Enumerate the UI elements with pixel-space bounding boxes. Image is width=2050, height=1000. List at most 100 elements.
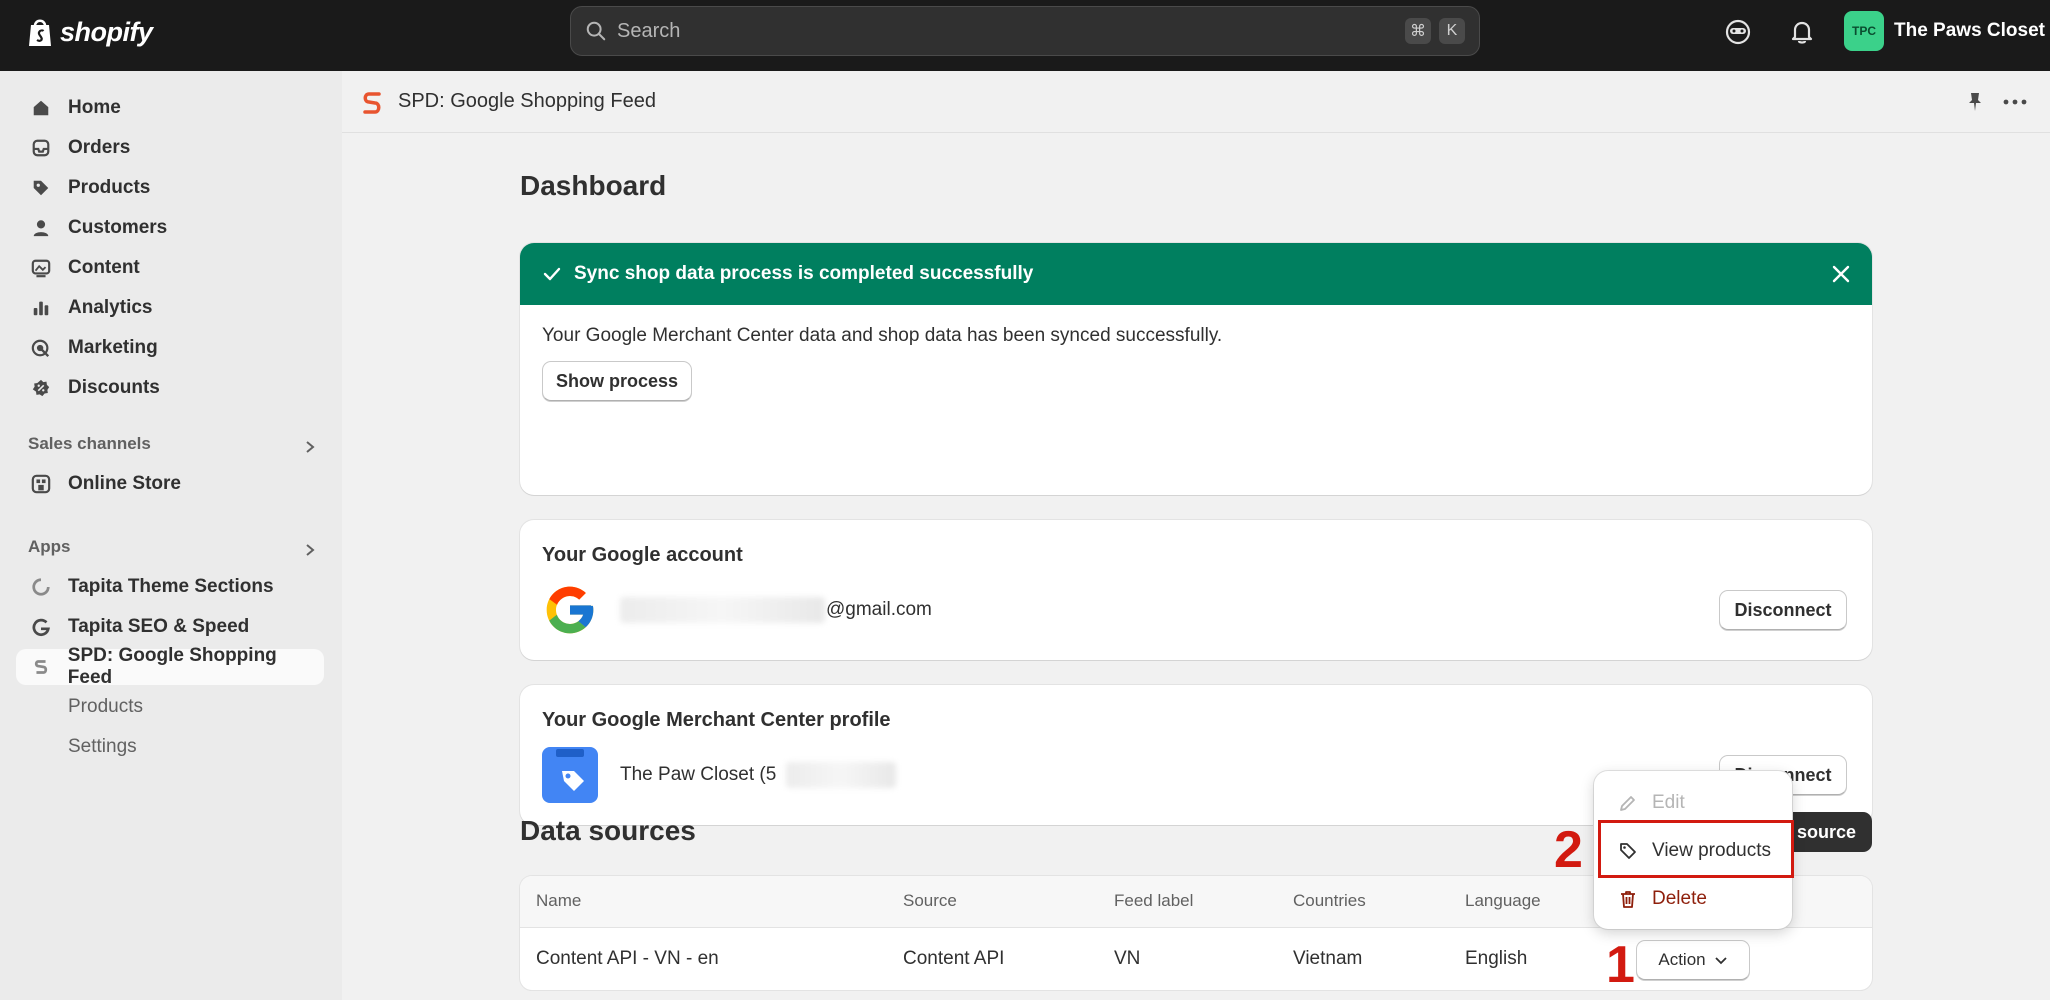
annotation-step-1: 1 [1606,936,1635,994]
column-header-language: Language [1465,891,1541,910]
checkmark-icon [543,267,561,281]
discount-icon [30,377,52,399]
shopify-bag-icon [29,19,51,46]
store-avatar: TPC [1844,11,1884,51]
google-logo-icon [546,586,594,634]
shopify-logo[interactable]: shopify [26,14,153,50]
redacted-email [620,597,825,623]
sidebar-item-label: Marketing [68,337,158,358]
bar-chart-icon [30,297,52,319]
spd-logo-icon [30,656,52,678]
menu-item-edit-label: Edit [1652,792,1685,813]
google-email-suffix: @gmail.com [826,599,932,620]
sidebar-item-label: Products [68,177,151,198]
sidebar-subitem-products[interactable]: Products [68,696,143,718]
sidebar-item-label: SPD: Google Shopping Feed [67,645,277,688]
bell-icon[interactable] [1788,18,1816,46]
sales-channels-heading[interactable]: Sales channels [28,434,151,454]
sidebar-item-content[interactable]: Content [16,250,324,286]
spd-app-logo [363,92,381,114]
menu-item-delete[interactable]: Delete [1604,877,1782,921]
sidebar-item-label: Orders [68,137,131,158]
store-icon [30,473,52,495]
person-icon [30,217,52,239]
trash-icon [1618,889,1638,909]
page-title: Dashboard [520,170,667,201]
row-source: Content API [903,948,1005,969]
sidebar-item-marketing[interactable]: Marketing [16,330,324,366]
chevron-down-icon [1714,953,1728,967]
chevron-right-icon[interactable] [302,542,318,558]
app-header: SPD: Google Shopping Feed [342,71,2050,133]
store-switcher[interactable]: TPC The Paws Closet [1844,11,2045,51]
sidebar-subitem-settings[interactable]: Settings [68,736,137,758]
chevron-right-icon[interactable] [302,439,318,455]
sidebar-item-label: Online Store [68,473,181,494]
sidebar-item-orders[interactable]: Orders [16,130,324,166]
sidebar-item-customers[interactable]: Customers [16,210,324,246]
sidebar-item-products[interactable]: Products [16,170,324,206]
top-bar: shopify ⌘ K TPC The Paws Closet [0,0,2050,71]
sidebar-item-label: Tapita Theme Sections [68,576,274,597]
menu-item-delete-label: Delete [1652,888,1707,909]
target-icon [30,337,52,359]
annotation-highlight-box [1598,820,1794,878]
close-icon[interactable] [1830,263,1852,285]
google-account-card: Your Google account @gmail.com Disconnec… [520,520,1872,660]
brand-name: shopify [60,16,153,47]
sidebar-item-spd-google-shopping-feed[interactable]: SPD: Google Shopping Feed [16,645,324,688]
apps-heading[interactable]: Apps [28,537,71,557]
more-options-icon[interactable] [2002,93,2028,111]
menu-item-edit[interactable]: Edit [1604,781,1782,825]
shortcut-k-key: K [1439,18,1465,44]
show-process-button[interactable]: Show process [542,361,692,401]
disconnect-google-button[interactable]: Disconnect [1719,590,1847,630]
action-label: Action [1658,950,1706,969]
merchant-account-name: The Paw Closet (5 [620,764,777,785]
column-header-countries: Countries [1293,891,1366,910]
column-header-source: Source [903,891,957,910]
sidebar-item-label: Discounts [68,377,160,398]
sidebar-item-online-store[interactable]: Online Store [16,466,324,502]
sidebar-item-label: Tapita SEO & Speed [68,616,250,637]
tag-icon [30,177,52,199]
banner-body: Your Google Merchant Center data and sho… [520,305,1872,421]
sidebar-item-home[interactable]: Home [16,90,324,126]
action-dropdown-button[interactable]: Action [1636,940,1750,980]
google-account-title: Your Google account [542,544,743,566]
tapita-logo-icon [30,616,52,638]
banner-title: Sync shop data process is completed succ… [574,263,1034,284]
row-countries: Vietnam [1293,948,1363,969]
data-sources-title: Data sources [520,815,696,846]
sidebar-item-label: Customers [68,217,168,238]
image-icon [30,257,52,279]
sidebar-item-label: Analytics [68,297,153,318]
row-language: English [1465,948,1528,969]
spinner-icon [30,576,52,598]
pencil-icon [1618,793,1638,813]
search-icon [586,21,606,41]
search-bar[interactable]: ⌘ K [570,6,1480,56]
assistant-icon[interactable] [1724,18,1752,46]
column-header-name: Name [536,891,582,910]
merchant-center-logo-icon [542,747,598,803]
store-name: The Paws Closet [1894,20,2045,41]
merchant-center-title: Your Google Merchant Center profile [542,709,891,731]
banner-message: Your Google Merchant Center data and sho… [542,325,1223,346]
add-data-source-label: source [1796,821,1856,842]
sidebar-item-label: Content [68,257,140,278]
table-row[interactable]: Content API - VN - en Content API VN Vie… [520,928,1872,990]
search-input[interactable] [617,19,1397,43]
sidebar-item-tapita-theme-sections[interactable]: Tapita Theme Sections [16,569,324,605]
inbox-icon [30,137,52,159]
pin-icon[interactable] [1964,91,1986,113]
home-icon [30,97,52,119]
banner-header: Sync shop data process is completed succ… [520,243,1872,305]
sidebar-item-tapita-seo[interactable]: Tapita SEO & Speed [16,609,324,645]
sync-success-banner: Sync shop data process is completed succ… [520,243,1872,495]
sidebar-item-discounts[interactable]: Discounts [16,370,324,406]
row-name: Content API - VN - en [536,948,719,969]
sidebar-item-analytics[interactable]: Analytics [16,290,324,326]
annotation-step-2: 2 [1554,821,1583,879]
row-feed-label: VN [1114,948,1141,969]
